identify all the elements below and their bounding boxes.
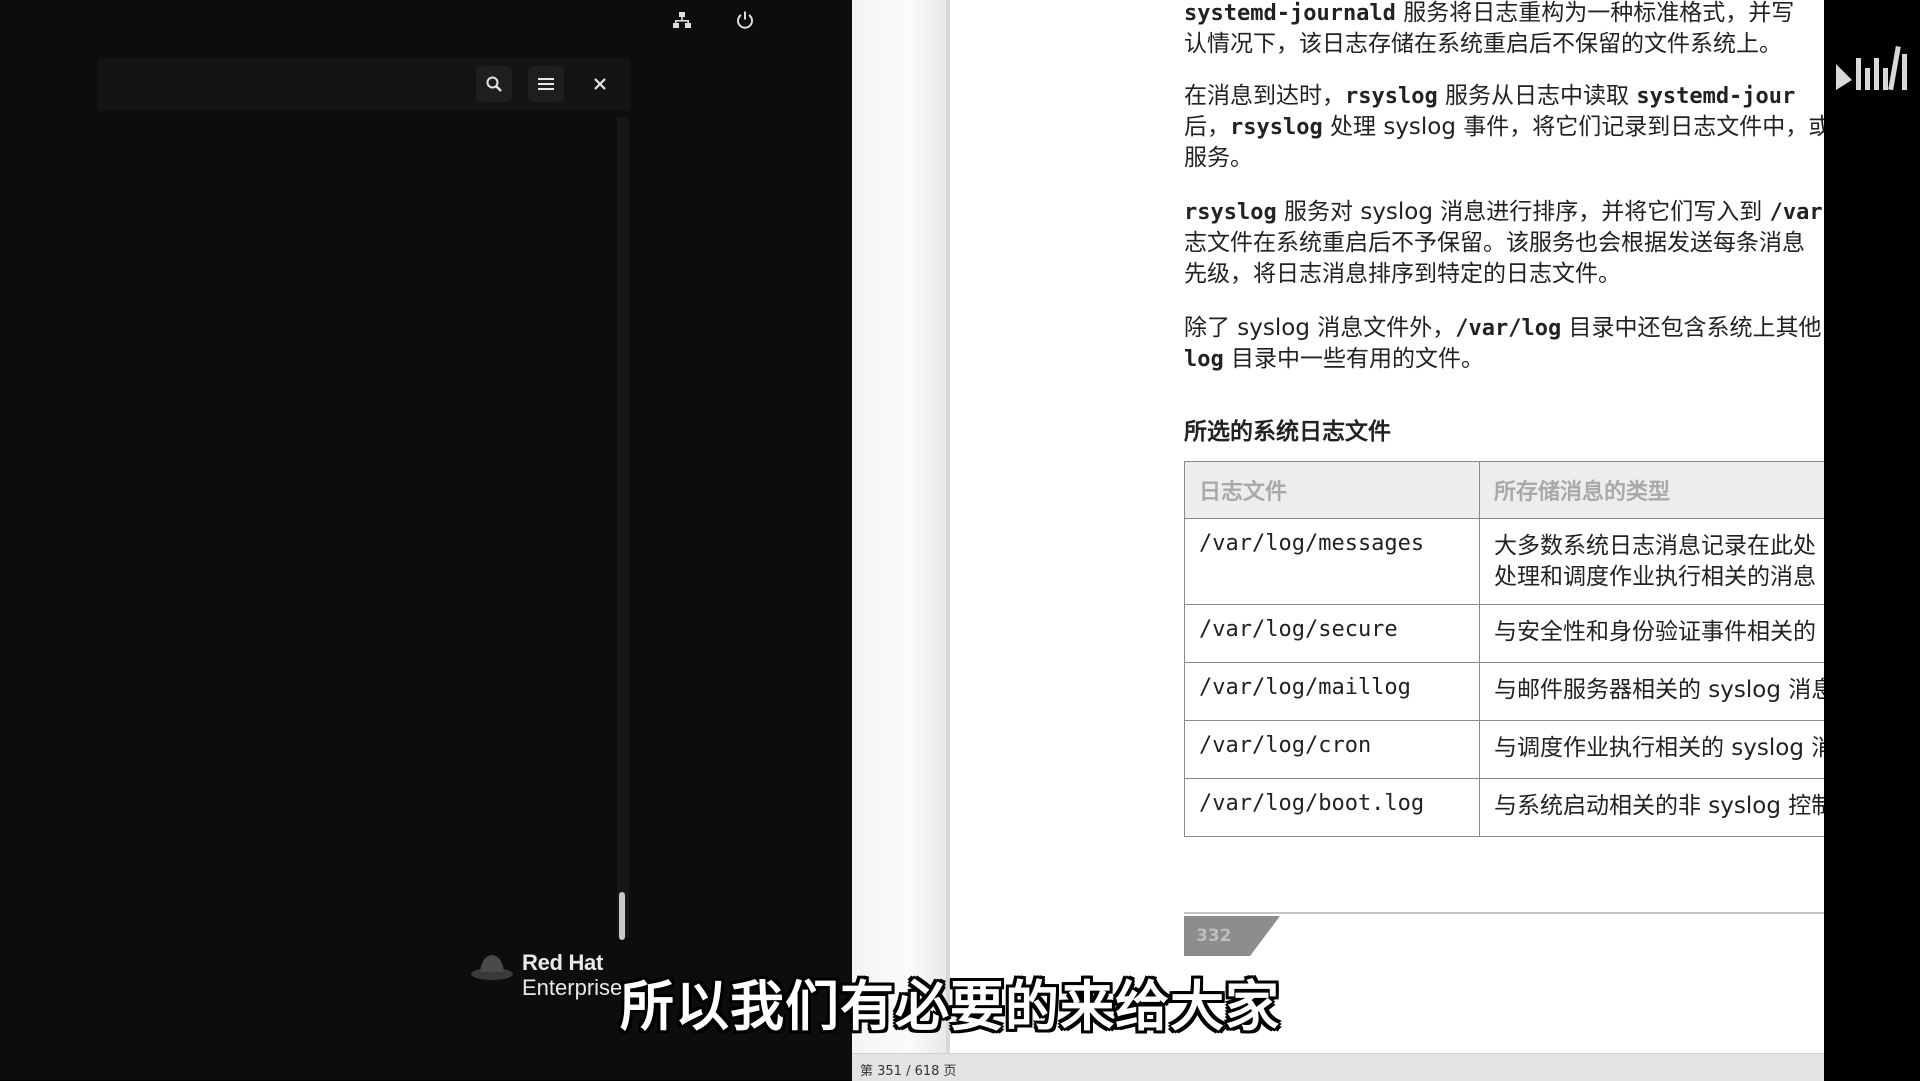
previous-page-edge bbox=[852, 0, 946, 1053]
power-icon[interactable] bbox=[731, 6, 759, 34]
brand-name: Red Hat bbox=[522, 950, 604, 975]
code-term: rsyslog bbox=[1184, 200, 1277, 225]
column-header: 日志文件 bbox=[1184, 461, 1480, 519]
text-span: 服务将日志重构为一种标准格式，并写 bbox=[1395, 0, 1795, 26]
video-subtitle: 所以我们有必要的来给大家 bbox=[620, 975, 1280, 1038]
search-icon bbox=[486, 76, 502, 92]
terminal-window[interactable] bbox=[97, 57, 631, 937]
menu-button[interactable] bbox=[528, 66, 564, 102]
text-span: 目录中一些有用的文件。 bbox=[1223, 346, 1485, 372]
page-number-tab: 332 bbox=[1184, 916, 1284, 956]
text-span: 后， bbox=[1184, 114, 1230, 140]
code-term: rsyslog bbox=[1230, 115, 1323, 140]
close-icon bbox=[594, 78, 606, 90]
terminal-scrollbar-track[interactable] bbox=[617, 117, 629, 937]
right-black-strip bbox=[1824, 0, 1920, 1080]
code-term: rsyslog bbox=[1345, 84, 1438, 109]
redhat-logo: Red Hat Enterprise bbox=[470, 946, 630, 1006]
paragraph-1: systemd-journald 服务将日志重构为一种标准格式，并写 认情况下，… bbox=[1184, 0, 1824, 60]
table-row: /var/log/boot.log 与系统启动相关的非 syslog 控制 bbox=[1184, 778, 1824, 837]
log-file-description: 与调度作业执行相关的 syslog 消 bbox=[1479, 720, 1824, 779]
log-file-path: /var/log/cron bbox=[1184, 720, 1480, 779]
pdf-viewer[interactable]: systemd-journald 服务将日志重构为一种标准格式，并写 认情况下，… bbox=[852, 0, 1824, 1081]
table-row: /var/log/secure 与安全性和身份验证事件相关的 bbox=[1184, 604, 1824, 663]
code-term: log bbox=[1184, 347, 1224, 372]
paragraph-3: rsyslog 服务对 syslog 消息进行排序，并将它们写入到 /var 志… bbox=[1184, 197, 1824, 290]
log-file-path: /var/log/messages bbox=[1184, 518, 1480, 605]
column-header: 所存储消息的类型 bbox=[1479, 461, 1824, 519]
text-span: 服务对 syslog 消息进行排序，并将它们写入到 bbox=[1276, 199, 1770, 225]
close-button[interactable] bbox=[582, 66, 618, 102]
table-row: /var/log/maillog 与邮件服务器相关的 syslog 消息 bbox=[1184, 662, 1824, 721]
page-indicator: 第 351 / 618 页 bbox=[860, 1064, 957, 1079]
text-line: 认情况下，该日志存储在系统重启后不保留的文件系统上。 bbox=[1184, 31, 1782, 57]
log-file-description: 与安全性和身份验证事件相关的 bbox=[1479, 604, 1824, 663]
document-page: systemd-journald 服务将日志重构为一种标准格式，并写 认情况下，… bbox=[950, 0, 1824, 1053]
log-files-table: 日志文件 所存储消息的类型 /var/log/messages 大多数系统日志消… bbox=[1184, 461, 1824, 837]
terminal-scrollbar-thumb[interactable] bbox=[619, 892, 625, 940]
code-term: systemd-journald bbox=[1184, 1, 1396, 26]
code-term: /var/log bbox=[1455, 316, 1562, 341]
text-line: 先级，将日志消息排序到特定的日志文件。 bbox=[1184, 261, 1621, 287]
text-span: 除了 syslog 消息文件外， bbox=[1184, 315, 1456, 341]
status-bar: 第 351 / 618 页 bbox=[852, 1053, 1824, 1081]
code-term: /var bbox=[1769, 200, 1823, 225]
page-number: 332 bbox=[1196, 926, 1232, 946]
text-span: 服务从日志中读取 bbox=[1437, 83, 1637, 109]
desktop-background: Red Hat Enterprise bbox=[0, 0, 852, 1080]
description-line: 处理和调度作业执行相关的消息 bbox=[1494, 564, 1816, 590]
log-file-description: 与系统启动相关的非 syslog 控制 bbox=[1479, 778, 1824, 837]
brand-subtitle: Enterprise bbox=[522, 975, 623, 1000]
search-button[interactable] bbox=[476, 66, 512, 102]
table-row: /var/log/messages 大多数系统日志消息记录在此处 处理和调度作业… bbox=[1184, 518, 1824, 605]
bilibili-watermark-icon bbox=[1836, 45, 1907, 91]
text-span: 目录中还包含系统上其他 bbox=[1561, 315, 1822, 341]
log-file-description: 与邮件服务器相关的 syslog 消息 bbox=[1479, 662, 1824, 721]
paragraph-4: 除了 syslog 消息文件外，/var/log 目录中还包含系统上其他 log… bbox=[1184, 313, 1824, 375]
text-span: 在消息到达时， bbox=[1184, 83, 1345, 109]
log-file-description: 大多数系统日志消息记录在此处 处理和调度作业执行相关的消息 bbox=[1479, 518, 1824, 605]
footer-rule bbox=[1184, 912, 1824, 914]
section-title: 所选的系统日志文件 bbox=[1184, 419, 1391, 445]
redhat-hat-icon bbox=[471, 955, 513, 980]
paragraph-2: 在消息到达时，rsyslog 服务从日志中读取 systemd-jour 后，r… bbox=[1184, 81, 1824, 174]
terminal-header-bar bbox=[97, 57, 631, 111]
code-term: systemd-jour bbox=[1636, 84, 1796, 109]
network-icon[interactable] bbox=[668, 6, 696, 34]
text-span: 处理 syslog 事件，将它们记录到日志文件中，或 bbox=[1322, 114, 1824, 140]
text-line: 服务。 bbox=[1184, 145, 1253, 171]
menu-icon bbox=[538, 78, 554, 90]
log-file-path: /var/log/maillog bbox=[1184, 662, 1480, 721]
text-line: 志文件在系统重启后不予保留。该服务也会根据发送每条消息 bbox=[1184, 230, 1805, 256]
description-line: 大多数系统日志消息记录在此处 bbox=[1494, 533, 1816, 559]
log-file-path: /var/log/secure bbox=[1184, 604, 1480, 663]
table-header-row: 日志文件 所存储消息的类型 bbox=[1184, 461, 1824, 519]
table-row: /var/log/cron 与调度作业执行相关的 syslog 消 bbox=[1184, 720, 1824, 779]
log-file-path: /var/log/boot.log bbox=[1184, 778, 1480, 837]
